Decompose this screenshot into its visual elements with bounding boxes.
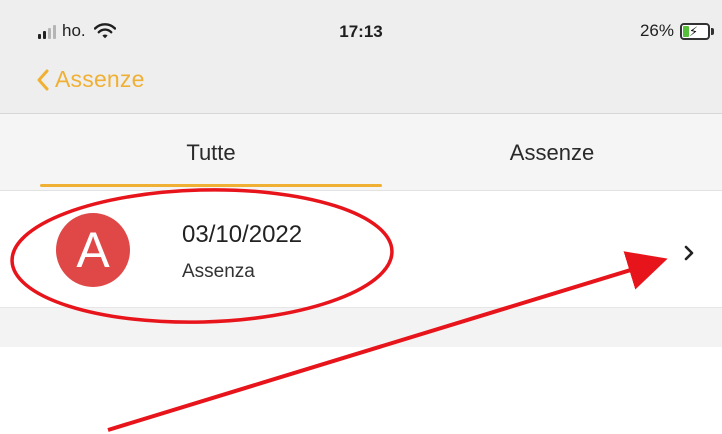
chevron-left-icon xyxy=(37,69,49,90)
status-right-group: 26% ⚡ xyxy=(640,21,714,41)
tab-bar: Tutte Assenze xyxy=(0,113,722,191)
empty-area xyxy=(0,347,722,434)
navigation-bar: Assenze xyxy=(0,58,722,113)
charging-bolt-icon: ⚡ xyxy=(689,23,699,39)
battery-icon: ⚡ xyxy=(680,22,710,40)
avatar: A xyxy=(56,213,130,287)
absence-type: Assenza xyxy=(182,261,255,282)
status-time: 17:13 xyxy=(339,22,383,41)
avatar-letter: A xyxy=(76,222,110,278)
chevron-right-icon[interactable] xyxy=(684,245,694,261)
battery-tip xyxy=(711,27,714,35)
tab-absences[interactable]: Assenze xyxy=(382,114,722,192)
status-bar: ho. 17:13 26% ⚡ xyxy=(0,0,722,58)
back-button[interactable]: Assenze xyxy=(36,66,145,93)
list-footer-separator xyxy=(0,307,722,347)
selected-tab-indicator xyxy=(40,184,382,187)
absence-date: 03/10/2022 xyxy=(182,221,303,248)
back-button-label: Assenze xyxy=(55,66,145,92)
absence-list-item[interactable]: A 03/10/2022 Assenza xyxy=(0,191,722,307)
battery-percent: 26% xyxy=(639,21,674,40)
tab-all[interactable]: Tutte xyxy=(40,114,382,192)
